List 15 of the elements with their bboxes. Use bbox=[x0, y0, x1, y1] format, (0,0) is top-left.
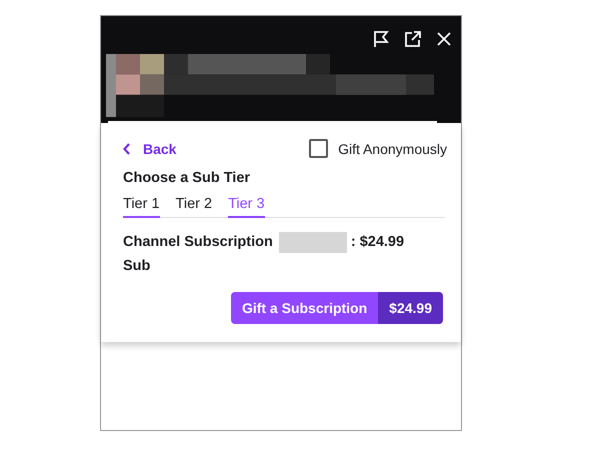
popout-icon[interactable] bbox=[404, 30, 422, 48]
section-heading: Choose a Sub Tier bbox=[123, 170, 252, 186]
back-link[interactable]: Back bbox=[123, 140, 176, 156]
close-icon[interactable] bbox=[436, 31, 452, 47]
tier-tab[interactable]: Tier 2 bbox=[176, 194, 212, 218]
checkbox-label: Gift Anonymously bbox=[338, 140, 447, 156]
subscription-label: Channel Subscription bbox=[123, 233, 273, 252]
gift-subscription-button[interactable]: Gift a Subscription $24.99 bbox=[230, 292, 443, 324]
subscription-price: : $24.99 bbox=[350, 233, 404, 252]
subscription-type: Sub bbox=[123, 257, 152, 276]
checkbox[interactable] bbox=[309, 139, 328, 158]
flag-icon[interactable] bbox=[372, 30, 390, 48]
chevron-left-icon bbox=[123, 142, 131, 154]
tier-tab[interactable]: Tier 3 bbox=[228, 194, 265, 218]
tier-tab[interactable]: Tier 1 bbox=[123, 194, 160, 218]
